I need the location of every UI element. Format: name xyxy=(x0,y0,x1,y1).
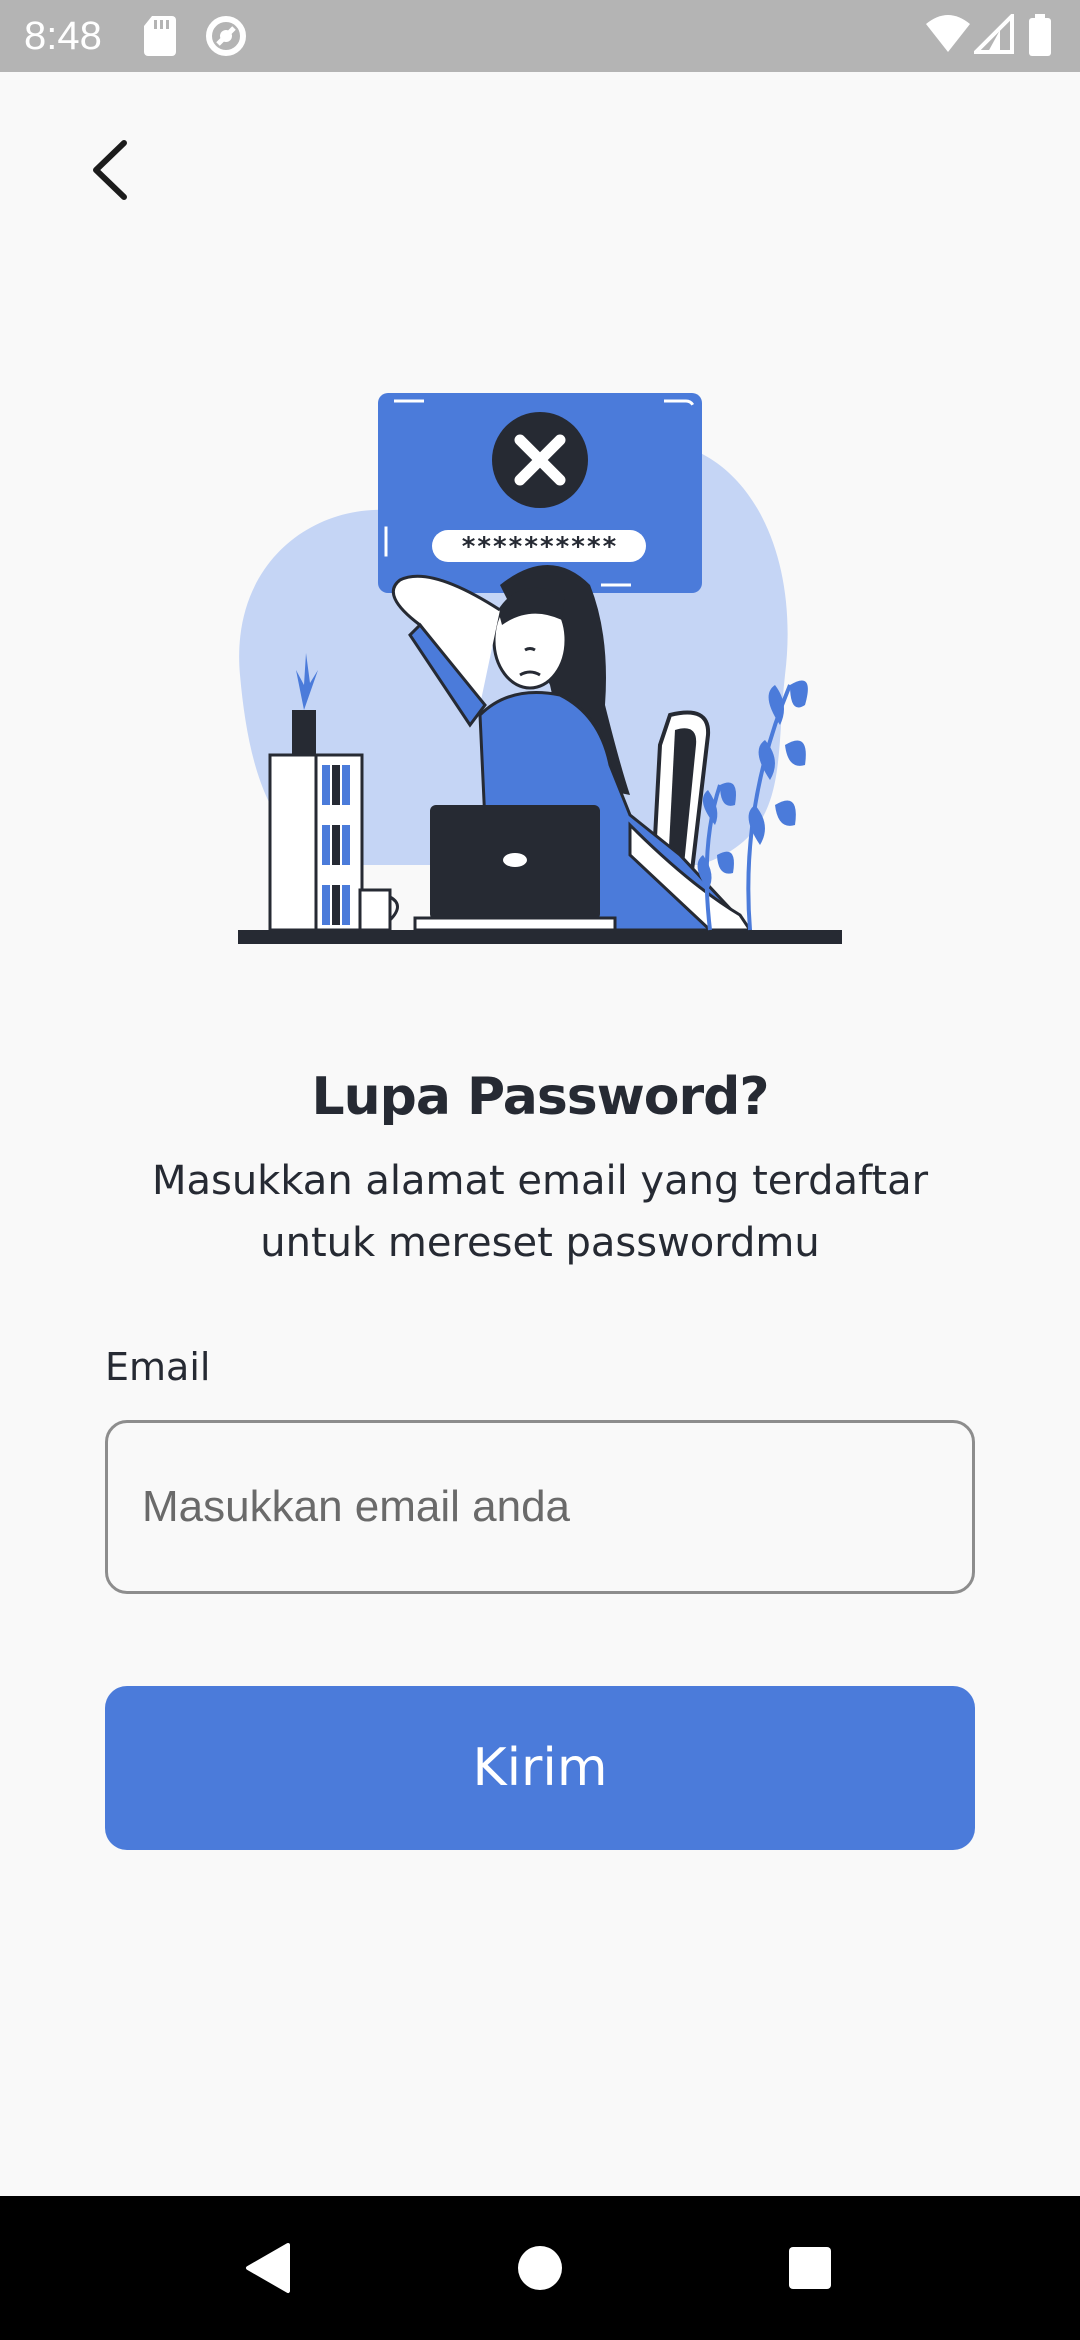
subtitle-line-1: Masukkan alamat email yang terdaftar xyxy=(151,1158,929,1204)
no-disturb-icon xyxy=(206,16,246,56)
chevron-left-icon xyxy=(93,140,127,200)
signal-icon xyxy=(974,14,1014,54)
system-nav-bar xyxy=(0,2196,1080,2340)
sd-card-icon xyxy=(144,16,176,56)
email-field[interactable] xyxy=(105,1420,975,1594)
triangle-back-icon xyxy=(246,2243,290,2293)
nav-back-button[interactable] xyxy=(198,2196,338,2340)
forgot-password-illustration: ********** xyxy=(238,393,842,944)
nav-home-button[interactable] xyxy=(470,2196,610,2340)
status-time: 8:48 xyxy=(24,14,102,58)
square-recents-icon xyxy=(789,2247,831,2289)
page-subtitle: Masukkan alamat email yang terdaftar unt… xyxy=(90,1150,990,1274)
status-bar: 8:48 xyxy=(0,0,1080,72)
wifi-icon xyxy=(926,15,970,52)
submit-button-label: Kirim xyxy=(472,1738,608,1798)
submit-button[interactable]: Kirim xyxy=(105,1686,975,1850)
email-label: Email xyxy=(105,1345,211,1389)
subtitle-line-2: untuk mereset passwordmu xyxy=(260,1220,820,1266)
nav-recents-button[interactable] xyxy=(740,2196,880,2340)
password-mask-text: ********** xyxy=(461,532,618,562)
back-button[interactable] xyxy=(70,130,150,210)
battery-icon xyxy=(1029,14,1051,56)
circle-home-icon xyxy=(518,2246,562,2290)
page-title: Lupa Password? xyxy=(311,1067,769,1127)
